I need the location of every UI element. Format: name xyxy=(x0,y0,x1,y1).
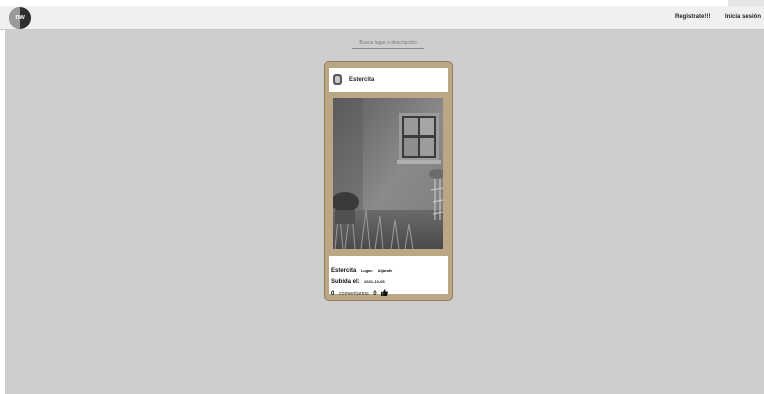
likes-count: 0 xyxy=(373,291,377,297)
register-link[interactable]: Registrate!!! xyxy=(675,14,710,20)
thumbs-up-icon[interactable] xyxy=(381,283,388,301)
post-info: Estercita Lugar: Aljarafe Subida el: 202… xyxy=(329,256,448,297)
header-bar: nw Registrate!!! Inicia sesión xyxy=(0,6,764,30)
avatar-face xyxy=(335,76,340,83)
post-card-header: Estercita xyxy=(329,68,448,92)
post-photo[interactable] xyxy=(333,98,443,249)
comments-count: 0 xyxy=(331,291,335,297)
avatar[interactable] xyxy=(333,74,342,85)
logo-text: nw xyxy=(15,14,25,21)
logo[interactable]: nw xyxy=(9,7,31,29)
comments-label[interactable]: comentarios xyxy=(339,291,369,297)
post-username[interactable]: Estercita xyxy=(349,77,374,83)
stats-line: 0 comentarios 0 xyxy=(331,282,388,301)
post-photo-image xyxy=(333,98,443,249)
search-input[interactable] xyxy=(352,37,424,49)
login-link[interactable]: Inicia sesión xyxy=(725,14,761,20)
